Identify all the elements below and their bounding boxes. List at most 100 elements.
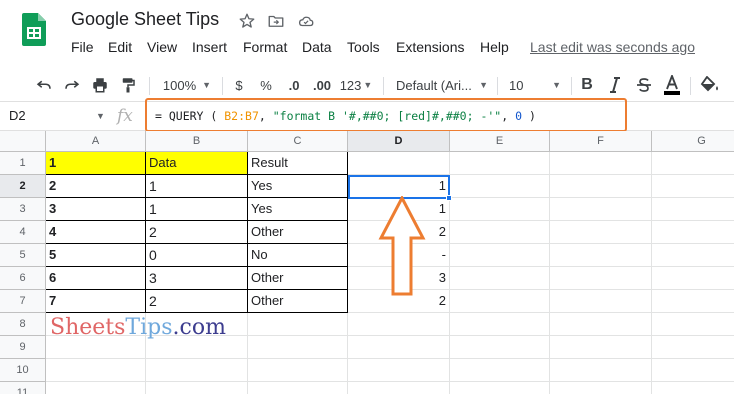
cell-f10[interactable] (550, 359, 652, 382)
cell-a2[interactable]: 2 (46, 175, 146, 198)
cell-b5[interactable]: 0 (146, 244, 248, 267)
cell-a7[interactable]: 7 (46, 290, 146, 313)
cell-a11[interactable] (46, 382, 146, 394)
column-header-b[interactable]: B (146, 131, 248, 152)
column-header-f[interactable]: F (550, 131, 652, 152)
menu-help[interactable]: Help (480, 39, 509, 55)
cloud-saved-icon[interactable] (297, 12, 315, 30)
cell-c8[interactable] (248, 313, 348, 336)
cell-c4[interactable]: Other (248, 221, 348, 244)
cell-e3[interactable] (450, 198, 550, 221)
cell-c2[interactable]: Yes (248, 175, 348, 198)
cell-d10[interactable] (348, 359, 450, 382)
column-header-c[interactable]: C (248, 131, 348, 152)
percent-format-button[interactable]: % (257, 70, 275, 100)
cell-d9[interactable] (348, 336, 450, 359)
redo-icon[interactable] (60, 70, 84, 100)
cell-e4[interactable] (450, 221, 550, 244)
menu-view[interactable]: View (147, 39, 177, 55)
row-header-8[interactable]: 8 (0, 313, 46, 336)
cell-c5[interactable]: No (248, 244, 348, 267)
cell-e5[interactable] (450, 244, 550, 267)
cell-g8[interactable] (652, 313, 734, 336)
cell-g11[interactable] (652, 382, 734, 394)
menu-format[interactable]: Format (243, 39, 287, 55)
cell-f5[interactable] (550, 244, 652, 267)
menu-file[interactable]: File (71, 39, 94, 55)
undo-icon[interactable] (32, 70, 56, 100)
cell-a1[interactable]: 1 (46, 152, 146, 175)
menu-tools[interactable]: Tools (347, 39, 380, 55)
fill-color-icon[interactable] (699, 70, 721, 100)
cell-g2[interactable] (652, 175, 734, 198)
cell-b11[interactable] (146, 382, 248, 394)
select-all-corner[interactable] (0, 131, 46, 152)
cell-b2[interactable]: 1 (146, 175, 248, 198)
row-header-1[interactable]: 1 (0, 152, 46, 175)
row-header-4[interactable]: 4 (0, 221, 46, 244)
cell-g1[interactable] (652, 152, 734, 175)
font-size-select[interactable]: 10 ▼ (505, 70, 565, 100)
cell-g5[interactable] (652, 244, 734, 267)
cell-c1[interactable]: Result (248, 152, 348, 175)
cell-c11[interactable] (248, 382, 348, 394)
cell-b10[interactable] (146, 359, 248, 382)
cell-e2[interactable] (450, 175, 550, 198)
row-header-6[interactable]: 6 (0, 267, 46, 290)
cell-a3[interactable]: 3 (46, 198, 146, 221)
cell-b7[interactable]: 2 (146, 290, 248, 313)
font-family-select[interactable]: Default (Ari... ▼ (392, 70, 492, 100)
name-box[interactable]: D2 ▼ (0, 102, 105, 130)
cell-e10[interactable] (450, 359, 550, 382)
star-icon[interactable] (238, 12, 256, 30)
cell-g7[interactable] (652, 290, 734, 313)
cell-b1[interactable]: Data (146, 152, 248, 175)
cell-f8[interactable] (550, 313, 652, 336)
cell-f3[interactable] (550, 198, 652, 221)
currency-format-button[interactable]: $ (230, 70, 248, 100)
row-header-2[interactable]: 2 (0, 175, 46, 198)
cell-b4[interactable]: 2 (146, 221, 248, 244)
cell-f1[interactable] (550, 152, 652, 175)
more-formats-select[interactable]: 123 ▼ (339, 70, 373, 100)
cell-c9[interactable] (248, 336, 348, 359)
cell-c3[interactable]: Yes (248, 198, 348, 221)
bold-button[interactable]: B (577, 70, 597, 100)
cell-g3[interactable] (652, 198, 734, 221)
fill-handle[interactable] (446, 195, 452, 201)
increase-decimal-button[interactable]: .00 (309, 70, 335, 100)
cell-d8[interactable] (348, 313, 450, 336)
row-header-11[interactable]: 11 (0, 382, 46, 394)
cell-g4[interactable] (652, 221, 734, 244)
print-icon[interactable] (88, 70, 112, 100)
cell-e11[interactable] (450, 382, 550, 394)
cell-b3[interactable]: 1 (146, 198, 248, 221)
row-header-9[interactable]: 9 (0, 336, 46, 359)
zoom-select[interactable]: 100% ▼ (158, 70, 216, 100)
cell-b6[interactable]: 3 (146, 267, 248, 290)
cell-e9[interactable] (450, 336, 550, 359)
cell-g10[interactable] (652, 359, 734, 382)
last-edit-link[interactable]: Last edit was seconds ago (530, 39, 695, 55)
cell-c6[interactable]: Other (248, 267, 348, 290)
menu-edit[interactable]: Edit (108, 39, 132, 55)
column-header-g[interactable]: G (652, 131, 734, 152)
menu-extensions[interactable]: Extensions (396, 39, 464, 55)
cell-a4[interactable]: 4 (46, 221, 146, 244)
cell-d11[interactable] (348, 382, 450, 394)
italic-icon[interactable] (605, 70, 625, 100)
cell-e1[interactable] (450, 152, 550, 175)
paint-format-icon[interactable] (116, 70, 140, 100)
cell-f2[interactable] (550, 175, 652, 198)
cell-f4[interactable] (550, 221, 652, 244)
cell-e8[interactable] (450, 313, 550, 336)
cell-a10[interactable] (46, 359, 146, 382)
cell-a6[interactable]: 6 (46, 267, 146, 290)
column-header-a[interactable]: A (46, 131, 146, 152)
cell-f7[interactable] (550, 290, 652, 313)
cell-d1[interactable] (348, 152, 450, 175)
cell-f6[interactable] (550, 267, 652, 290)
cell-g9[interactable] (652, 336, 734, 359)
formula-input[interactable]: = QUERY ( B2:B7, "format B '#,##0; [red]… (155, 109, 536, 123)
row-header-10[interactable]: 10 (0, 359, 46, 382)
